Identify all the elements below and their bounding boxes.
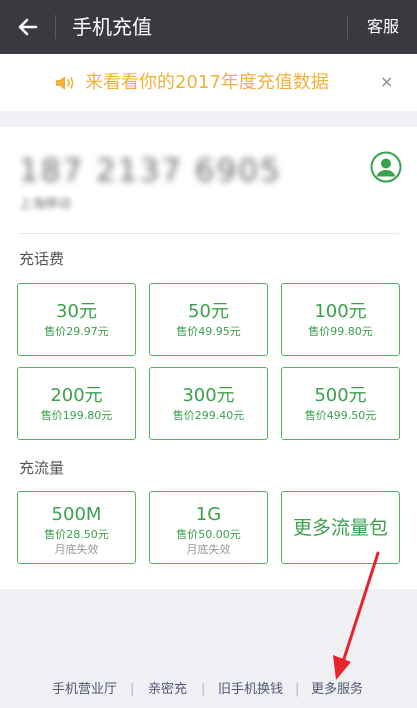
option-amount: 200元 bbox=[50, 385, 103, 406]
credit-option-300[interactable]: 300元 售价299.40元 bbox=[149, 367, 268, 440]
option-amount: 500元 bbox=[314, 385, 367, 406]
annual-report-banner[interactable]: 来看看你的2017年度充值数据 × bbox=[0, 54, 417, 111]
option-price: 售价199.80元 bbox=[40, 409, 113, 422]
footer-link-mobile-hall[interactable]: 手机营业厅 bbox=[52, 680, 117, 700]
option-price: 售价28.50元 bbox=[44, 528, 109, 541]
footer-separator: | bbox=[130, 682, 135, 697]
option-price: 售价49.95元 bbox=[176, 325, 241, 338]
credit-option-50[interactable]: 50元 售价49.95元 bbox=[149, 283, 268, 356]
credit-option-200[interactable]: 200元 售价199.80元 bbox=[17, 367, 136, 440]
recharge-card: 187 2137 6905 上海移动 充话费 30元 售价29.97元 50元 … bbox=[0, 127, 417, 589]
footer-separator: | bbox=[201, 682, 206, 697]
footer-link-trade-in[interactable]: 旧手机换钱 bbox=[218, 680, 283, 700]
credit-option-500[interactable]: 500元 售价499.50元 bbox=[281, 367, 400, 440]
option-price: 售价499.50元 bbox=[304, 409, 377, 422]
footer-links: 手机营业厅 | 亲密充 | 旧手机换钱 | 更多服务 bbox=[0, 680, 417, 702]
back-arrow-icon[interactable] bbox=[14, 13, 42, 41]
top-bar: 手机充值 客服 bbox=[0, 0, 417, 54]
speaker-icon bbox=[56, 76, 74, 90]
option-amount: 50元 bbox=[188, 301, 229, 322]
phone-number-field[interactable]: 187 2137 6905 bbox=[19, 151, 282, 191]
header-divider bbox=[347, 15, 348, 39]
customer-service-button[interactable]: 客服 bbox=[367, 15, 399, 39]
more-data-label: 更多流量包 bbox=[292, 517, 388, 539]
option-price: 售价29.97元 bbox=[44, 325, 109, 338]
option-amount: 100元 bbox=[314, 301, 367, 322]
section-title-data: 充流量 bbox=[19, 459, 65, 477]
footer-separator: | bbox=[295, 682, 300, 697]
banner-text[interactable]: 来看看你的2017年度充值数据 bbox=[85, 69, 329, 97]
divider bbox=[19, 233, 399, 234]
data-option-500m[interactable]: 500M 售价28.50元 月底失效 bbox=[17, 491, 136, 564]
banner-close-button[interactable]: × bbox=[380, 70, 393, 94]
credit-option-100[interactable]: 100元 售价99.80元 bbox=[281, 283, 400, 356]
data-option-1g[interactable]: 1G 售价50.00元 月底失效 bbox=[149, 491, 268, 564]
more-data-packages-button[interactable]: 更多流量包 bbox=[281, 491, 400, 564]
footer-link-family-recharge[interactable]: 亲密充 bbox=[148, 680, 187, 700]
credit-option-30[interactable]: 30元 售价29.97元 bbox=[17, 283, 136, 356]
footer-link-more-services[interactable]: 更多服务 bbox=[311, 680, 363, 700]
option-price: 售价299.40元 bbox=[172, 409, 245, 422]
option-price: 售价50.00元 bbox=[176, 528, 241, 541]
option-expiry-note: 月底失效 bbox=[186, 543, 231, 556]
option-amount: 1G bbox=[195, 504, 222, 525]
option-amount: 500M bbox=[51, 504, 102, 525]
option-price: 售价99.80元 bbox=[308, 325, 373, 338]
header-divider bbox=[55, 15, 56, 39]
option-expiry-note: 月底失效 bbox=[54, 543, 99, 556]
page-title: 手机充值 bbox=[72, 15, 152, 39]
option-amount: 300元 bbox=[182, 385, 235, 406]
contact-picker-icon[interactable] bbox=[370, 151, 402, 183]
carrier-label: 上海移动 bbox=[19, 197, 72, 212]
section-title-phone-credit: 充话费 bbox=[19, 250, 65, 268]
option-amount: 30元 bbox=[56, 301, 97, 322]
